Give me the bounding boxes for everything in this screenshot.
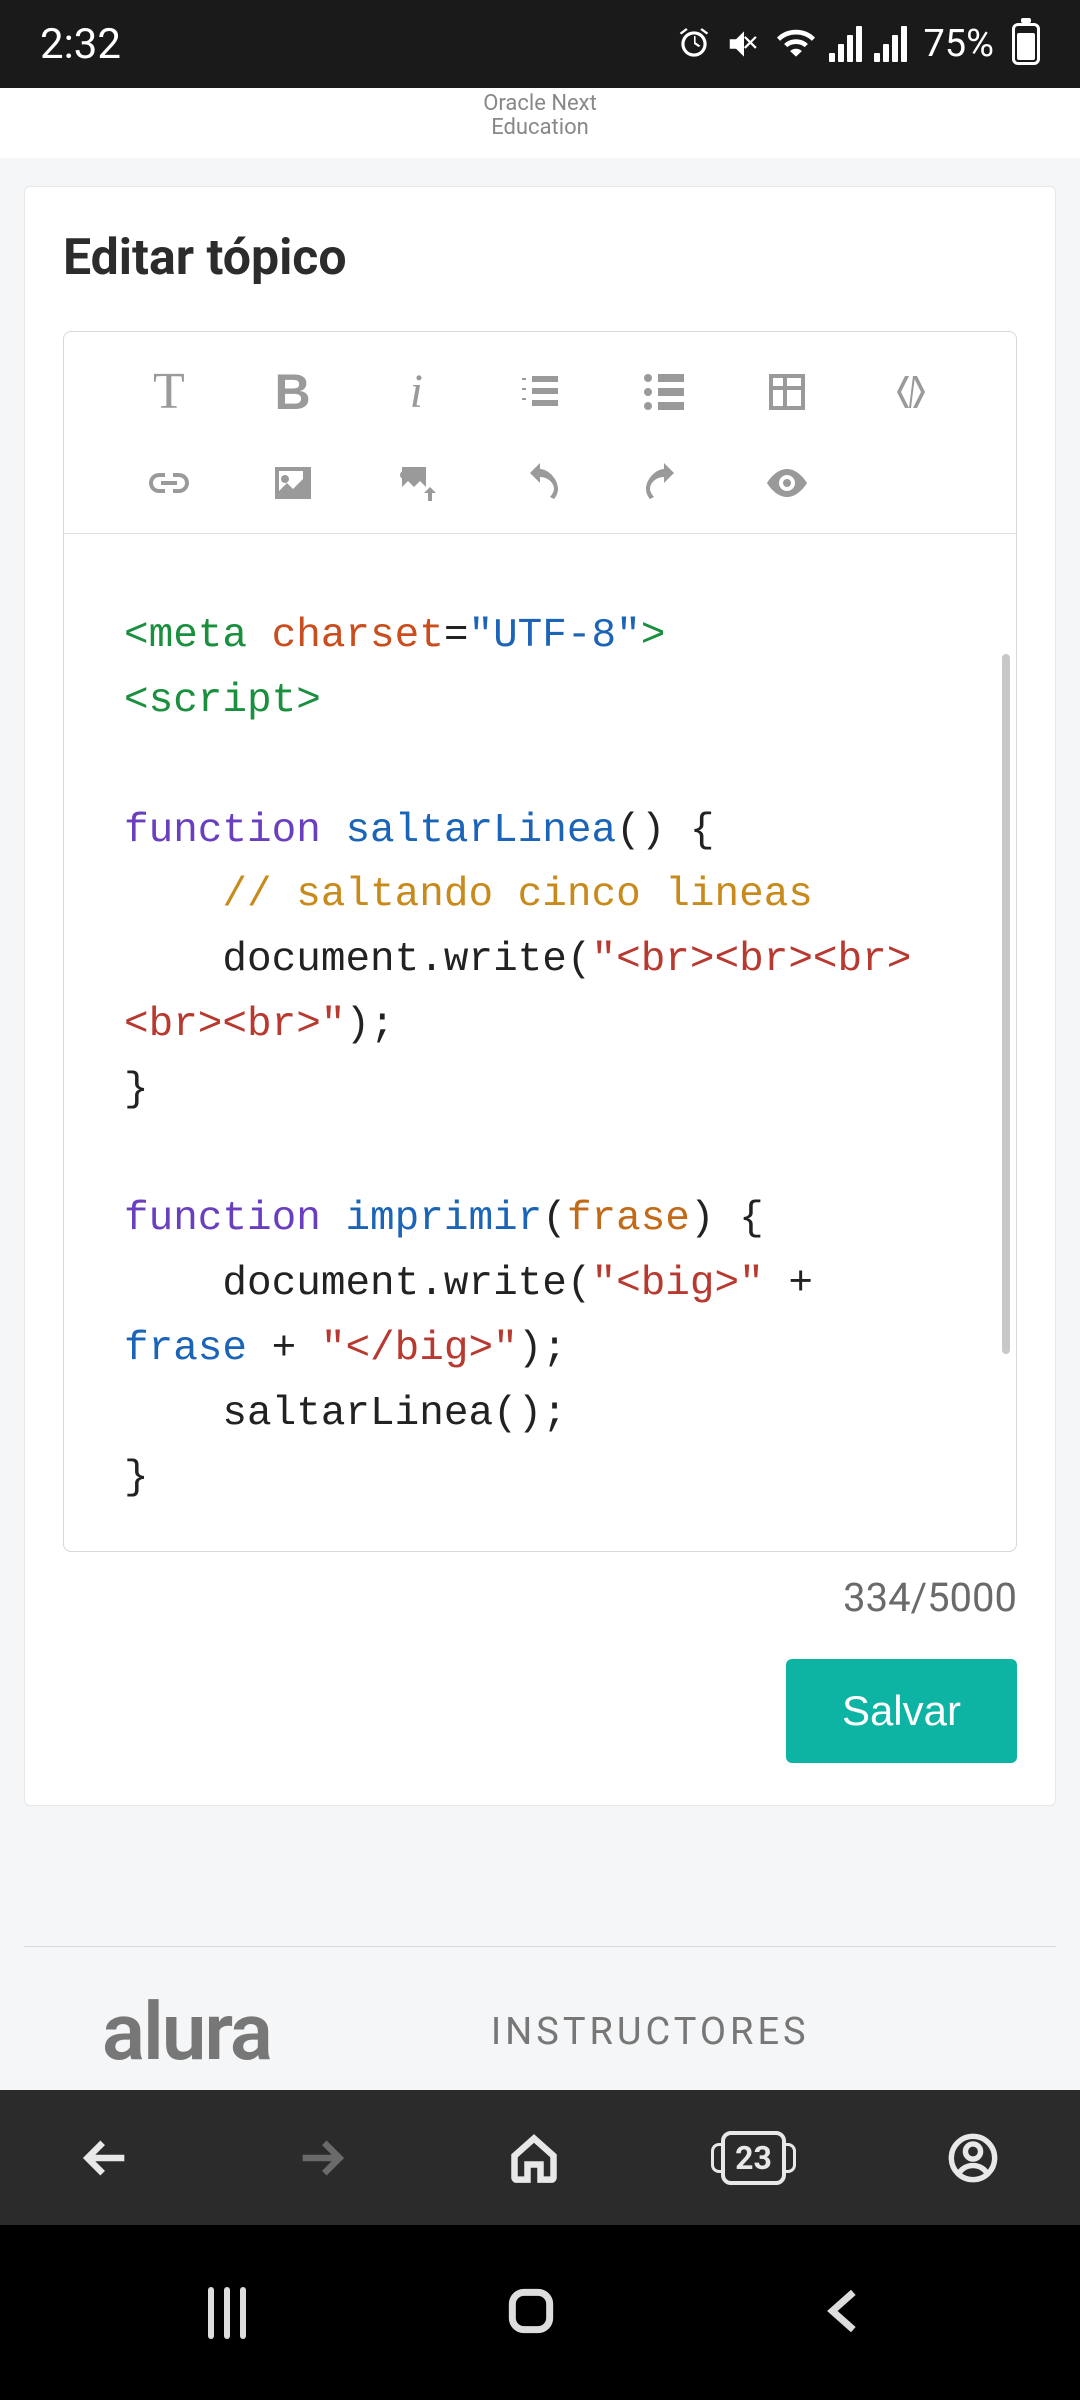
status-time: 2:32 <box>40 20 121 69</box>
card-title: Editar tópico <box>63 229 1017 287</box>
alura-logo: alura <box>102 1985 271 2079</box>
mute-icon <box>725 25 763 63</box>
status-icons: 75% <box>675 22 1040 66</box>
editor-toolbar: T B i <box>64 332 1016 534</box>
alarm-icon <box>675 25 713 63</box>
browser-tabs-button[interactable]: 23 <box>721 2131 786 2185</box>
preview-button[interactable] <box>731 459 845 507</box>
signal-icon <box>829 26 862 62</box>
nav-back-button[interactable] <box>816 2283 872 2343</box>
scrollbar-thumb[interactable] <box>1002 654 1010 1354</box>
undo-button[interactable] <box>483 459 597 507</box>
instructors-link[interactable]: INSTRUCTORES <box>491 2010 810 2054</box>
redo-button[interactable] <box>607 459 721 507</box>
android-nav-bar <box>0 2225 1080 2400</box>
italic-button[interactable]: i <box>359 362 473 421</box>
nav-home-button[interactable] <box>503 2283 559 2343</box>
wifi-icon <box>775 25 817 63</box>
save-button[interactable]: Salvar <box>786 1659 1017 1763</box>
browser-navbar: 23 <box>0 2090 1080 2225</box>
editor-textarea[interactable]: <meta charset="UTF-8"> <script> function… <box>64 534 1016 1551</box>
bold-button[interactable]: B <box>236 362 350 421</box>
link-button[interactable] <box>112 459 226 507</box>
image-button[interactable] <box>236 459 350 507</box>
code-button[interactable] <box>854 362 968 421</box>
nav-recents-button[interactable] <box>208 2287 246 2339</box>
edit-topic-card: Editar tópico T B i <box>24 186 1056 1806</box>
rich-editor: T B i <box>63 331 1017 1552</box>
signal-icon-2 <box>874 26 907 62</box>
browser-back-button[interactable] <box>81 2132 133 2184</box>
heading-button[interactable]: T <box>112 362 226 421</box>
image-upload-button[interactable] <box>359 459 473 507</box>
battery-percent: 75% <box>923 22 994 66</box>
page-footer: alura INSTRUCTORES <box>24 1947 1056 2079</box>
android-status-bar: 2:32 75% <box>0 0 1080 88</box>
bullet-list-button[interactable] <box>607 362 721 421</box>
char-counter: 334/5000 <box>63 1574 1017 1621</box>
browser-profile-button[interactable] <box>947 2132 999 2184</box>
brand-header: Oracle Next Education <box>0 88 1080 158</box>
ordered-list-button[interactable] <box>483 362 597 421</box>
table-button[interactable] <box>731 362 845 421</box>
battery-icon <box>1012 23 1040 65</box>
browser-home-button[interactable] <box>508 2132 560 2184</box>
browser-forward-button[interactable] <box>294 2132 346 2184</box>
